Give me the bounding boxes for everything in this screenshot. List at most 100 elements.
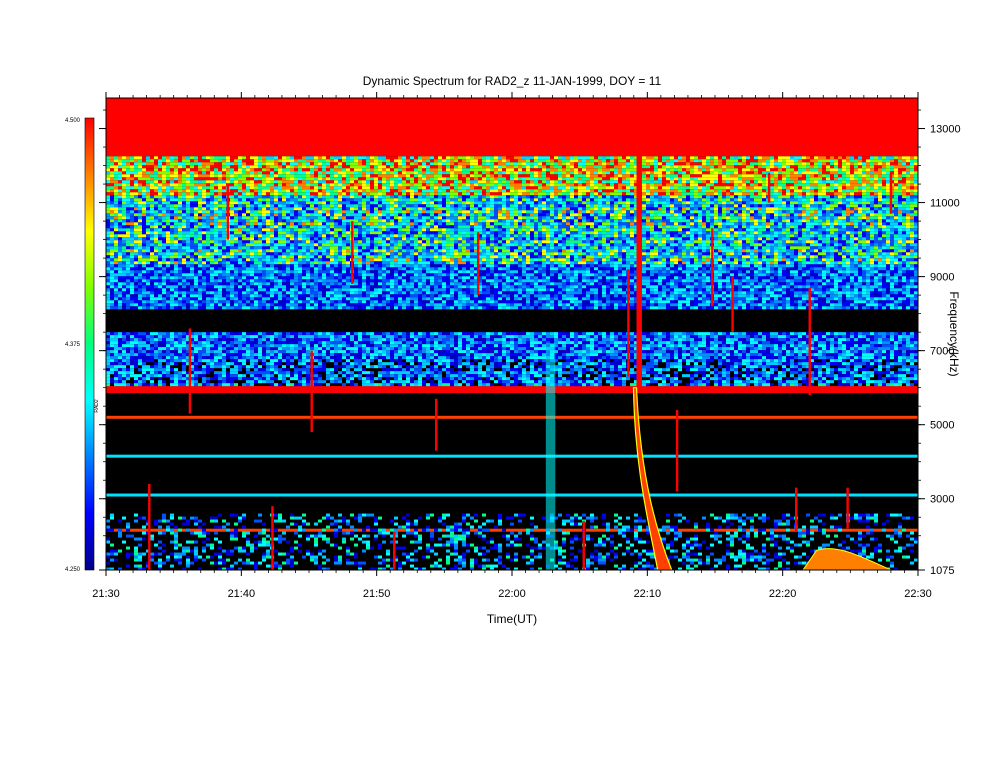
noise-pixel	[494, 168, 498, 171]
noise-pixel	[250, 180, 254, 183]
noise-pixel	[438, 165, 442, 168]
noise-pixel	[826, 186, 830, 189]
noise-pixel	[342, 156, 346, 159]
noise-pixel	[826, 192, 830, 195]
noise-pixel	[438, 192, 442, 195]
noise-pixel	[134, 180, 138, 183]
noise-pixel	[714, 183, 718, 186]
noise-pixel	[382, 228, 386, 231]
noise-pixel	[558, 198, 562, 201]
noise-pixel	[394, 180, 398, 183]
noise-pixel	[778, 177, 782, 180]
noise-pixel	[206, 207, 210, 210]
noise-pixel	[770, 177, 774, 180]
noise-pixel	[142, 219, 146, 222]
noise-pixel	[866, 222, 870, 225]
noise-pixel	[298, 198, 302, 201]
noise-pixel	[586, 162, 590, 165]
noise-pixel	[186, 159, 190, 162]
noise-pixel	[598, 156, 602, 159]
noise-pixel	[866, 171, 870, 174]
noise-pixel	[282, 165, 286, 168]
noise-pixel	[682, 201, 686, 204]
noise-pixel	[598, 222, 602, 225]
noise-pixel	[354, 228, 358, 231]
noise-pixel	[734, 201, 738, 204]
noise-pixel	[834, 198, 838, 201]
noise-pixel	[790, 174, 794, 177]
noise-pixel	[650, 159, 654, 162]
noise-pixel	[614, 213, 618, 216]
noise-pixel	[170, 180, 174, 183]
noise-pixel	[898, 171, 902, 174]
noise-pixel	[338, 162, 342, 165]
noise-pixel	[118, 183, 122, 186]
noise-pixel	[334, 213, 338, 216]
noise-pixel	[682, 162, 686, 165]
noise-pixel	[518, 201, 522, 204]
noise-pixel	[346, 207, 350, 210]
noise-pixel	[510, 162, 514, 165]
noise-pixel	[826, 213, 830, 216]
noise-pixel	[470, 216, 474, 219]
noise-pixel	[146, 204, 150, 207]
noise-pixel	[590, 210, 594, 213]
noise-pixel	[434, 219, 438, 222]
noise-pixel	[110, 189, 114, 192]
noise-pixel	[134, 156, 138, 159]
noise-pixel	[346, 213, 350, 216]
noise-pixel	[138, 213, 142, 216]
noise-pixel	[514, 168, 518, 171]
noise-pixel	[758, 189, 762, 192]
noise-pixel	[130, 198, 134, 201]
noise-pixel	[490, 213, 494, 216]
noise-pixel	[914, 216, 918, 219]
noise-pixel	[698, 201, 702, 204]
noise-pixel	[646, 165, 650, 168]
noise-pixel	[898, 216, 902, 219]
noise-pixel	[146, 156, 150, 159]
noise-pixel	[286, 201, 290, 204]
noise-pixel	[206, 201, 210, 204]
noise-pixel	[422, 165, 426, 168]
noise-pixel	[214, 213, 218, 216]
noise-pixel	[182, 165, 186, 168]
noise-pixel	[174, 213, 178, 216]
noise-pixel	[746, 156, 750, 159]
noise-pixel	[662, 222, 666, 225]
noise-pixel	[590, 201, 594, 204]
noise-pixel	[338, 225, 342, 228]
noise-pixel	[150, 183, 154, 186]
noise-pixel	[514, 198, 518, 201]
noise-pixel	[142, 174, 146, 177]
noise-pixel	[382, 171, 386, 174]
noise-pixel	[814, 156, 818, 159]
noise-pixel	[894, 222, 898, 225]
noise-pixel	[294, 222, 298, 225]
noise-pixel	[614, 156, 618, 159]
noise-pixel	[122, 228, 126, 231]
noise-pixel	[742, 186, 746, 189]
noise-pixel	[426, 162, 430, 165]
noise-pixel	[330, 228, 334, 231]
noise-pixel	[482, 225, 486, 228]
noise-pixel	[138, 207, 142, 210]
noise-pixel	[358, 171, 362, 174]
noise-pixel	[370, 174, 374, 177]
noise-pixel	[342, 222, 346, 225]
noise-pixel	[394, 192, 398, 195]
noise-pixel	[474, 228, 478, 231]
noise-pixel	[422, 216, 426, 219]
noise-pixel	[378, 204, 382, 207]
noise-pixel	[346, 171, 350, 174]
noise-pixel	[886, 165, 890, 168]
noise-pixel	[210, 222, 214, 225]
noise-pixel	[810, 219, 814, 222]
noise-pixel	[486, 171, 490, 174]
noise-pixel	[862, 159, 866, 162]
noise-pixel	[338, 180, 342, 183]
noise-pixel	[622, 219, 626, 222]
noise-pixel	[150, 177, 154, 180]
noise-pixel	[590, 225, 594, 228]
noise-pixel	[626, 213, 630, 216]
